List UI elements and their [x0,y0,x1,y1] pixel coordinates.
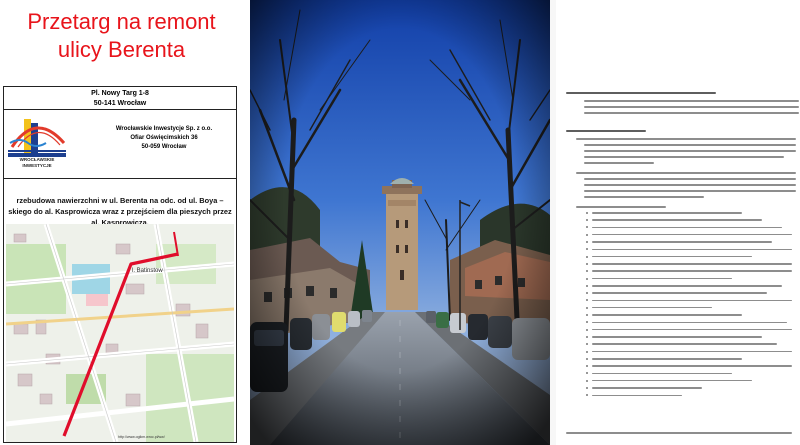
list-bullet [586,262,588,265]
title-line-1: rzebudowa nawierzchni w ul. Berenta na o… [16,196,224,205]
list-item-line [592,387,702,389]
list-item-line [592,263,792,265]
headline-line-2: ulicy Berenta [57,37,186,62]
text-line [576,206,666,208]
list-bullet [586,219,588,222]
list-bullet [586,343,588,346]
text-line [566,130,646,132]
list-bullet [586,328,588,331]
text-line [584,184,796,186]
title-line-2: skiego do al. Kasprowicza wraz z przejśc… [8,207,232,216]
header-divider [4,109,236,110]
document-page [556,0,800,445]
list-bullet [586,387,588,389]
list-item-line [592,255,752,258]
list-bullet [586,284,588,287]
text-line [584,190,796,192]
list-bullet [586,270,588,273]
list-item-line [592,212,742,214]
text-line [584,150,796,152]
text-line [584,178,796,180]
list-bullet [586,350,588,353]
logo-text-line-2: INWESTYCJE [22,163,52,168]
recipient-line-1: Wrocławskie Inwestycje Sp. z o.o. [115,126,213,132]
recipient-line-3: 50-059 Wrocław [141,144,187,150]
list-bullet [586,255,588,258]
text-line [584,112,799,114]
text-line [584,156,784,158]
list-bullet [586,248,588,251]
list-item-line [592,219,762,221]
text-line [584,196,704,198]
list-bullet [586,321,588,324]
text-line [566,92,716,94]
text-line [584,100,799,102]
list-item-line [592,336,762,338]
list-bullet [586,292,588,295]
text-line [576,138,796,140]
address-line-2: 50-141 Wrocław [93,100,147,107]
map-url: http://www.ogikm.wroc.pl/ww/ [118,435,165,439]
list-item-line [592,358,742,360]
sender-address: Pl. Nowy Targ 1-8 50-141 Wrocław [4,89,236,109]
list-item-line [592,328,792,331]
street-photo [250,0,550,445]
list-item-line [592,285,782,287]
list-bullet [586,357,588,360]
list-item-line [592,277,732,280]
list-item-line [592,350,792,353]
recipient-line-2: Ofiar Oświęcimskich 36 [130,135,198,141]
list-bullet [586,314,588,316]
list-item-line [592,394,682,397]
list-item-line [592,248,792,251]
list-bullet [586,233,588,236]
list-item-line [592,365,792,367]
list-bullet [586,365,588,368]
list-bullet [586,372,588,375]
list-item-line [592,321,787,324]
list-bullet [586,277,588,280]
document-header: Pl. Nowy Targ 1-8 50-141 Wrocław WROCŁAW… [4,87,236,179]
list-item-line [592,233,792,236]
list-bullet [586,379,588,382]
right-document-panel [550,0,800,445]
tender-document: Pl. Nowy Targ 1-8 50-141 Wrocław WROCŁAW… [3,86,237,443]
footer-line [566,432,792,434]
list-bullet [586,241,588,243]
recipient-address: Wrocławskie Inwestycje Sp. z o.o. Ofiar … [96,125,232,152]
list-bullet [586,211,588,214]
list-item-line [592,226,782,229]
text-line [584,162,654,164]
list-item-line [592,343,777,345]
text-line [584,144,796,146]
list-item-line [592,379,752,382]
address-line-1: Pl. Nowy Targ 1-8 [91,90,149,97]
text-line [576,172,796,174]
list-bullet [586,394,588,397]
text-line [584,106,799,108]
logo-caption: WROCŁAWSKIE INWESTYCJE [6,157,68,169]
headline-line-1: Przetarg na remont [27,9,216,34]
list-bullet [586,306,588,309]
list-item-line [592,306,712,309]
map-street-label: l. Batinstow [132,268,163,274]
list-item-line [592,241,772,243]
list-bullet [586,299,588,302]
list-bullet [586,335,588,338]
headline: Przetarg na remont ulicy Berenta [0,8,243,64]
berenta-street-photo [250,0,550,445]
list-item-line [592,372,732,375]
location-map: l. Batinstow http://www.ogikm.wroc.pl/ww… [6,224,234,442]
list-item-line [592,270,792,272]
left-panel: Przetarg na remont ulicy Berenta Pl. Now… [0,0,243,445]
list-bullet [586,226,588,229]
list-item-line [592,299,792,302]
list-item-line [592,292,767,294]
list-item-line [592,314,742,316]
